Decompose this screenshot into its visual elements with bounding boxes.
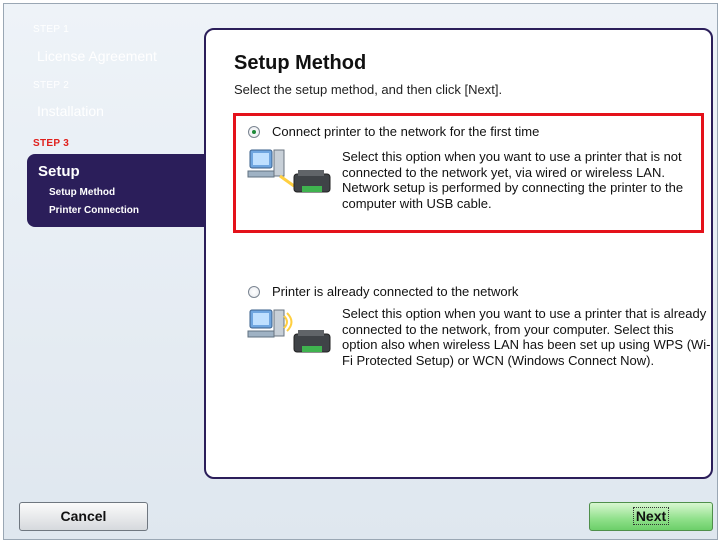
sub-item-setup-method: Setup Method [49,187,116,198]
sidebar-active-step: Setup Setup Method Printer Connection [27,154,204,227]
pc-printer-network-icon [247,309,331,353]
next-button-label: Next [632,507,670,525]
option-first-time-description: Select this option when you want to use … [342,149,684,211]
setup-method-panel: Setup Method Select the setup method, an… [204,28,713,479]
cancel-button[interactable]: Cancel [19,502,148,531]
radio-already-connected[interactable] [248,286,260,298]
radio-first-time[interactable] [248,126,260,138]
sub-item-printer-connection: Printer Connection [49,205,140,216]
next-button[interactable]: Next [589,502,713,531]
page-subtitle: Select the setup method, and then click … [234,82,503,97]
option-already-connected-description: Select this option when you want to use … [342,306,711,368]
step-3-label: STEP 3 [33,138,70,149]
step-1-label: STEP 1 [33,24,70,35]
step-3-title: Setup [38,163,80,180]
page-title: Setup Method [234,52,367,74]
step-2-title: Installation [37,103,104,119]
pc-printer-usb-icon [247,149,331,193]
option-already-connected-label[interactable]: Printer is already connected to the netw… [272,284,518,299]
step-1-title: License Agreement [37,48,157,64]
option-first-time-label[interactable]: Connect printer to the network for the f… [272,124,539,139]
step-2-label: STEP 2 [33,80,70,91]
